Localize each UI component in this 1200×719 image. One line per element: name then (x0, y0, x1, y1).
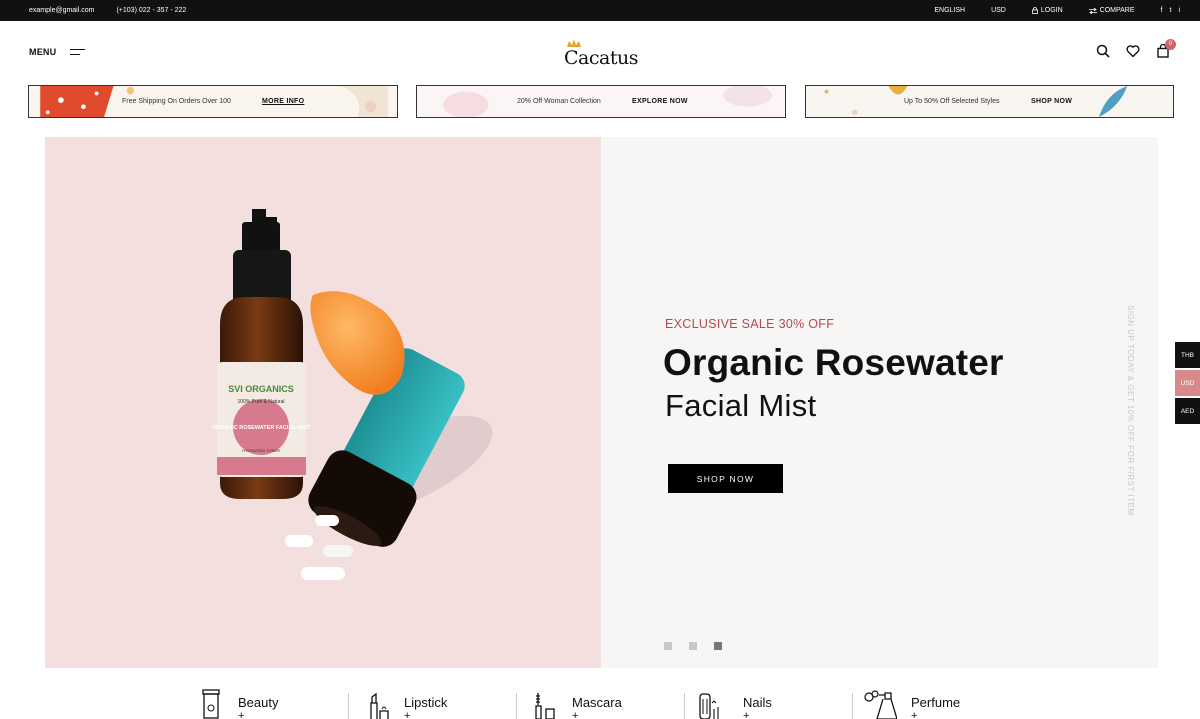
hero-signup-vertical-text: SIGN UP TODAY & GET 10% OFF FOR FIRST IT… (1126, 305, 1135, 516)
perfume-icon (864, 690, 897, 719)
category-label: Beauty (238, 695, 279, 710)
site-logo[interactable]: Cacatus (560, 39, 644, 71)
contact-email[interactable]: example@gmail.com (29, 7, 94, 14)
hero-subtitle: Facial Mist (665, 388, 817, 423)
category-plus: + (743, 710, 750, 719)
menu-label: MENU (29, 47, 57, 57)
promo-pattern-decoration (443, 86, 773, 117)
instagram-icon[interactable]: i (1178, 7, 1180, 14)
slider-dots (664, 642, 722, 650)
currency-selector[interactable]: USD (991, 7, 1006, 14)
slider-dot-2[interactable] (689, 642, 697, 650)
slider-dot-3[interactable] (714, 642, 722, 650)
promo-shop-now-link[interactable]: SHOP NOW (1031, 98, 1072, 105)
facebook-icon[interactable]: f (1161, 7, 1163, 14)
category-beauty[interactable]: Beauty + (200, 687, 330, 719)
twitter-icon[interactable]: t (1169, 7, 1171, 14)
hero-slider: SVI ORGANICS 100% Pure & Natural ORGANIC… (45, 137, 1158, 668)
category-plus: + (404, 710, 411, 719)
category-divider (516, 693, 517, 719)
cart-count-badge: 0 (1165, 39, 1176, 50)
logo-text: Cacatus (564, 47, 638, 69)
beauty-icon (202, 689, 220, 719)
category-plus: + (238, 710, 245, 719)
hamburger-icon (70, 48, 86, 56)
menu-button[interactable]: MENU (29, 47, 86, 57)
lipstick-icon (370, 692, 389, 719)
top-bar: example@gmail.com (+103) 022 - 357 - 222… (0, 0, 1200, 21)
product-label-name: ORGANIC ROSEWATER FACIAL MIST (212, 425, 311, 431)
category-nails[interactable]: Nails + (698, 687, 828, 719)
hero-shop-now-button[interactable]: SHOP NOW (668, 464, 783, 493)
search-icon[interactable] (1096, 44, 1110, 58)
compare-icon (1088, 7, 1097, 14)
hero-product-image: SVI ORGANICS 100% Pure & Natural ORGANIC… (212, 209, 493, 580)
promo-explore-now-link[interactable]: EXPLORE NOW (632, 98, 688, 105)
product-label-type: HYDRATING TONER (242, 448, 280, 453)
hero-kicker: EXCLUSIVE SALE 30% OFF (665, 317, 835, 331)
promo-woman-collection-text: 20% Off Woman Collection (517, 98, 601, 105)
login-link[interactable]: LOGIN (1031, 7, 1063, 14)
nails-icon (699, 693, 719, 719)
category-mascara[interactable]: Mascara + (534, 687, 664, 719)
category-label: Mascara (572, 695, 622, 710)
promo-more-info-link[interactable]: MORE INFO (262, 98, 304, 105)
promo-banner-shipping[interactable]: Free Shipping On Orders Over 100 MORE IN… (28, 85, 398, 118)
mascara-icon (535, 693, 555, 719)
compare-link[interactable]: COMPARE (1088, 7, 1135, 14)
category-lipstick[interactable]: Lipstick + (366, 687, 496, 719)
promo-selected-styles-text: Up To 50% Off Selected Styles (904, 98, 1000, 105)
cart-icon[interactable]: 0 (1156, 39, 1176, 58)
category-label: Lipstick (404, 695, 448, 710)
currency-option-usd[interactable]: USD (1175, 370, 1200, 396)
category-perfume[interactable]: Perfume + (863, 687, 993, 719)
category-plus: + (911, 710, 918, 719)
product-label-brand: SVI ORGANICS (228, 384, 294, 394)
hero-title: Organic Rosewater (663, 342, 1004, 383)
currency-option-thb[interactable]: THB (1175, 342, 1200, 368)
lock-icon (1031, 7, 1038, 14)
site-header: MENU Cacatus 0 (0, 21, 1200, 83)
contact-phone[interactable]: (+103) 022 - 357 - 222 (116, 7, 186, 14)
hero-image-panel: SVI ORGANICS 100% Pure & Natural ORGANIC… (45, 137, 601, 668)
category-strip: Beauty + Lipstick + Mascara + Nails + Pe… (0, 687, 1200, 719)
product-label-subtitle: 100% Pure & Natural (238, 399, 285, 405)
category-label: Perfume (911, 695, 961, 710)
language-selector[interactable]: ENGLISH (934, 7, 965, 14)
slider-dot-1[interactable] (664, 642, 672, 650)
promo-shipping-text: Free Shipping On Orders Over 100 (122, 98, 231, 105)
category-divider (348, 693, 349, 719)
wishlist-heart-icon[interactable] (1126, 44, 1140, 58)
category-divider (684, 693, 685, 719)
promo-banner-selected-styles[interactable]: Up To 50% Off Selected Styles SHOP NOW (805, 85, 1174, 118)
category-label: Nails (743, 695, 772, 710)
category-divider (852, 693, 853, 719)
currency-option-aed[interactable]: AED (1175, 398, 1200, 424)
promo-banner-woman-collection[interactable]: 20% Off Woman Collection EXPLORE NOW (416, 85, 786, 118)
category-plus: + (572, 710, 579, 719)
